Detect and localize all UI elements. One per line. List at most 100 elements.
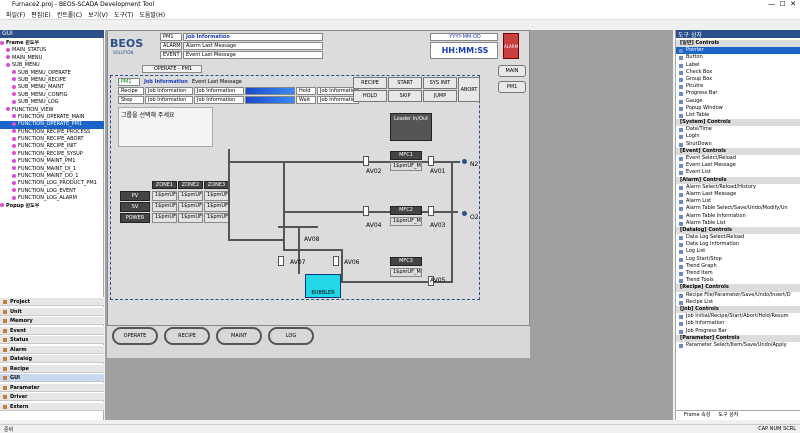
tree-item[interactable]: Popup 윈도우 xyxy=(0,203,104,210)
tree-item[interactable]: FUNCTION_RECIPE_SYSUP xyxy=(0,151,104,158)
toolbox-item[interactable]: Job Information xyxy=(676,320,800,327)
start-button[interactable]: START xyxy=(388,77,422,89)
tree-item[interactable]: FUNCTION_VIEW xyxy=(0,107,104,114)
nav-recipe-button[interactable]: RECIPE xyxy=(164,327,210,345)
section-unit[interactable]: Unit xyxy=(0,306,104,316)
tree-item[interactable]: SUB_MENU_RECIPE xyxy=(0,77,104,84)
toolbox-item[interactable]: ShutDown xyxy=(676,141,800,148)
av04-valve[interactable] xyxy=(363,206,369,216)
toolbox-item[interactable]: Data Log Select/Reload xyxy=(676,234,800,241)
tree-item[interactable]: Frame 윈도우 xyxy=(0,40,104,47)
toolbox-item[interactable]: Alarm List xyxy=(676,198,800,205)
menu-item[interactable]: 보기(V) xyxy=(88,12,108,19)
tree-item[interactable]: FUNCTION_LOG_EVENT xyxy=(0,188,104,195)
section-recipe[interactable]: Recipe xyxy=(0,363,104,373)
toolbox-item[interactable]: Job Progress Bar xyxy=(676,328,800,335)
toolbox-tab[interactable]: Frame 속성 xyxy=(684,412,710,418)
toolbox-item[interactable]: Event Select/Reload xyxy=(676,155,800,162)
tree-item[interactable]: SUB_MENU_LOG xyxy=(0,99,104,106)
recipe-button[interactable]: RECIPE xyxy=(353,77,387,89)
toolbox-item[interactable]: List Table xyxy=(676,112,800,119)
section-status[interactable]: Status xyxy=(0,335,104,344)
skip-button[interactable]: SKIP xyxy=(388,90,422,102)
nav-maint-button[interactable]: MAINT xyxy=(216,327,262,345)
tree-item[interactable]: FUNCTION_LOG_PRODUCT_PM1 xyxy=(0,180,104,187)
tree-item[interactable]: FUNCTION_LOG_ALARM xyxy=(0,195,104,202)
toolbox-item[interactable]: Label xyxy=(676,62,800,69)
hold-button[interactable]: HOLD xyxy=(353,90,387,102)
tree-item[interactable]: SUB_MENU_OPERATE xyxy=(0,70,104,77)
toolbox-item[interactable]: Recipe File/Parameter/Save/Undo/Insert/D xyxy=(676,292,800,299)
menu-item[interactable]: 편집(E) xyxy=(31,12,51,19)
gui-tree[interactable]: Frame 윈도우 MAIN_STATUS MAIN_MENU SUB_MENU SUB… xyxy=(0,40,104,210)
abort-button[interactable]: ABORT xyxy=(458,77,480,102)
tree-item[interactable]: FUNCTION_RECIPE_PROCESS xyxy=(0,129,104,136)
toolbox-item[interactable]: Check Box xyxy=(676,69,800,76)
sys-init-button[interactable]: SYS INIT xyxy=(423,77,457,89)
section-driver[interactable]: Driver xyxy=(0,392,104,401)
toolbox-item[interactable]: Data Log Information xyxy=(676,241,800,248)
menu-item[interactable]: 도움말(H) xyxy=(139,12,165,19)
av01-valve[interactable] xyxy=(428,156,434,166)
toolbox-item[interactable]: Progress Bar xyxy=(676,90,800,97)
toolbox-item[interactable]: Gauge xyxy=(676,98,800,105)
tree-item[interactable]: FUNCTION_MAINT_DO_1 xyxy=(0,173,104,180)
toolbox-item[interactable]: Log List xyxy=(676,248,800,255)
tree-item[interactable]: FUNCTION_OPERATE_PM1 xyxy=(0,121,104,129)
loader-button[interactable]: Loader In/Out xyxy=(390,113,432,141)
toolbox-item[interactable]: Log Start/Stop xyxy=(676,256,800,263)
section-alarm[interactable]: Alarm xyxy=(0,344,104,354)
pm1-button[interactable]: PM1 xyxy=(498,81,526,93)
nav-operate-button[interactable]: OPERATE xyxy=(112,327,158,345)
section-gui[interactable]: GUI xyxy=(0,373,104,382)
tree-item[interactable]: FUNCTION_RECIPE_ABORT xyxy=(0,136,104,143)
window-controls[interactable]: — ☐ ✕ xyxy=(768,0,796,8)
menu-item[interactable]: 파일(F) xyxy=(6,12,25,19)
av07-valve[interactable] xyxy=(278,256,284,266)
toolbox-item[interactable]: Pointer xyxy=(676,47,800,55)
toolbox-item[interactable]: Picutre xyxy=(676,83,800,90)
toolbox-item[interactable]: Button xyxy=(676,54,800,61)
tree-item[interactable]: FUNCTION_MAINT_PM1 xyxy=(0,158,104,165)
section-parameter[interactable]: Parameter xyxy=(0,382,104,392)
section-event[interactable]: Event xyxy=(0,325,104,335)
tree-item[interactable]: FUNCTION_MAINT_DI_1 xyxy=(0,166,104,173)
toolbox-tab[interactable]: 도구 상자 xyxy=(718,412,738,418)
tree-item[interactable]: SUB_MENU_MAINT xyxy=(0,84,104,91)
nav-log-button[interactable]: LOG xyxy=(268,327,314,345)
section-extern[interactable]: Extern xyxy=(0,401,104,411)
toolbox-list[interactable]: [일반] Controls Pointer Button Label Check Box… xyxy=(676,40,800,349)
section-memory[interactable]: Memory xyxy=(0,316,104,325)
toolbox-item[interactable]: Group Box xyxy=(676,76,800,83)
toolbox-item[interactable]: Trend Graph xyxy=(676,263,800,270)
menu-item[interactable]: 컨트롤(C) xyxy=(57,12,82,19)
toolbox-item[interactable]: Popup Window xyxy=(676,105,800,112)
tree-item[interactable]: SUB_MENU xyxy=(0,62,104,69)
tree-item[interactable]: MAIN_MENU xyxy=(0,55,104,62)
alarm-button[interactable]: ALARM xyxy=(503,33,519,59)
section-datalog[interactable]: Datalog xyxy=(0,354,104,363)
toolbox-tabs[interactable]: Frame 속성 도구 상자 xyxy=(676,410,800,420)
av03-valve[interactable] xyxy=(428,206,434,216)
toolbox-item[interactable]: Event List xyxy=(676,169,800,176)
toolbox-item[interactable]: Alarm Table Select/Save/Undo/Modify/Un xyxy=(676,205,800,212)
toolbox-item[interactable]: Date/Time xyxy=(676,126,800,133)
toolbox-item[interactable]: Recipe List xyxy=(676,299,800,306)
tree-item[interactable]: FUNCTION_RECIPE_INIT xyxy=(0,143,104,150)
toolbox-item[interactable]: Trend Item xyxy=(676,270,800,277)
toolbox-item[interactable]: Parameter Select/Item/Save/Undo/Apply xyxy=(676,342,800,349)
main-button[interactable]: MAIN xyxy=(498,65,526,77)
toolbox-item[interactable]: Alarm Table List xyxy=(676,220,800,227)
toolbox-item[interactable]: Event Last Message xyxy=(676,162,800,169)
av06-valve[interactable] xyxy=(333,256,339,266)
av02-valve[interactable] xyxy=(363,156,369,166)
toolbox-item[interactable]: Alarm Select/Reload/History xyxy=(676,184,800,191)
toolbox-item[interactable]: Alarm Table Information xyxy=(676,213,800,220)
tree-item[interactable]: FUNCTION_OPERATE_MAIN xyxy=(0,114,104,121)
tree-item[interactable]: SUB_MENU_CONFIG xyxy=(0,92,104,99)
toolbox-item[interactable]: Login xyxy=(676,133,800,140)
section-project[interactable]: Project xyxy=(0,297,104,306)
toolbox-item[interactable]: Job Initial/Recipe/Start/Abort/Hold/Resu… xyxy=(676,313,800,320)
toolbox-item[interactable]: Trend Tools xyxy=(676,277,800,284)
menu-item[interactable]: 도구(T) xyxy=(114,12,133,19)
